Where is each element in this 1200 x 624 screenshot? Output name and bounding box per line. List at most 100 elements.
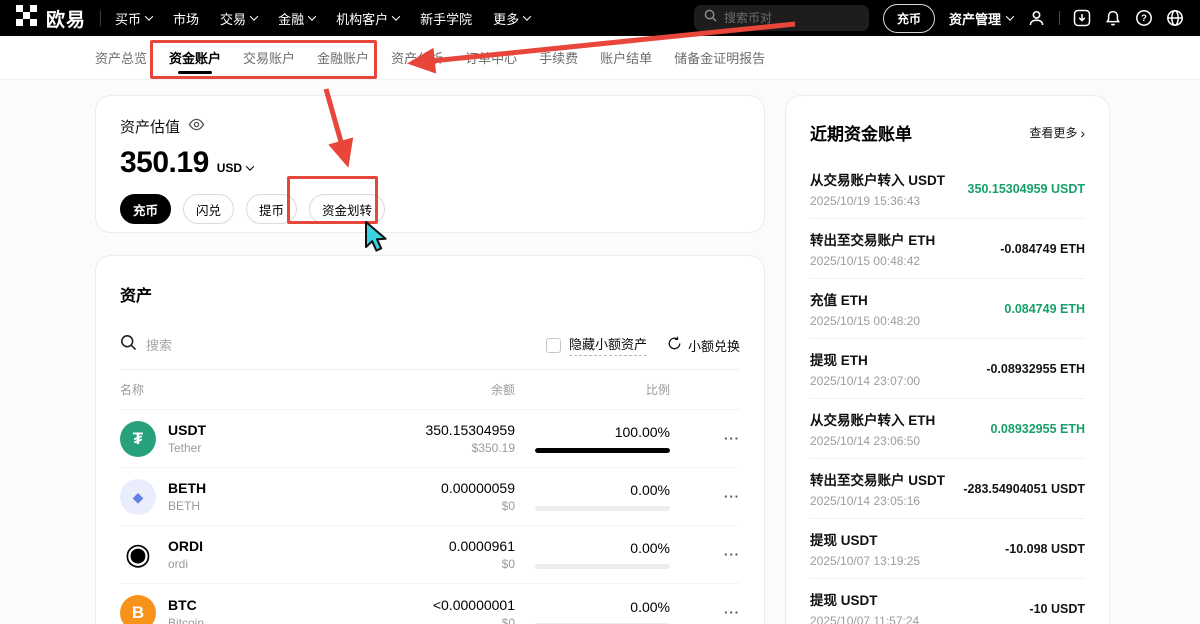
coin-ratio: 100.00% (515, 424, 670, 440)
pair-search-input[interactable] (724, 11, 859, 25)
asset-table-row[interactable]: ◆ BETH BETH 0.00000059 $0 0.00% (120, 468, 740, 526)
convert-small-assets-button[interactable]: 小额兑换 (667, 336, 740, 355)
funding-record-time: 2025/10/07 11:57:24 (810, 614, 1085, 624)
topbar-deposit-button[interactable]: 充币 (883, 4, 935, 33)
valuation-action-button[interactable]: 提币 (246, 194, 297, 224)
funding-record-row[interactable]: 充值 ETH 2025/10/15 00:48:20 0.084749 ETH (810, 279, 1085, 339)
valuation-currency-select[interactable]: USD (217, 161, 253, 175)
account-tab-label: 交易账户 (243, 48, 295, 67)
topnav-item-label: 新手学院 (420, 9, 472, 28)
coin-symbol: USDT (168, 422, 206, 438)
account-tab-label: 资产分析 (391, 48, 443, 67)
funding-record-amount: 350.15304959 USDT (962, 182, 1085, 196)
asset-table-row[interactable]: ◉ ORDI ordi 0.0000961 $0 0.00% (120, 526, 740, 584)
topnav-item[interactable]: 买币 (115, 9, 152, 28)
notifications-bell-icon[interactable] (1104, 9, 1122, 27)
asset-table-row[interactable]: B BTC Bitcoin <0.00000001 $0 0.00% (120, 584, 740, 624)
topnav-item[interactable]: 更多 (493, 9, 530, 28)
topnav-item-label: 买币 (115, 9, 141, 28)
recent-funding-list: 从交易账户转入 USDT 2025/10/19 15:36:43 350.153… (810, 159, 1085, 624)
asset-management-label: 资产管理 (949, 9, 1001, 28)
recent-funding-card: 近期资金账单 查看更多 › 从交易账户转入 USDT 2025/10/19 15… (785, 95, 1110, 624)
funding-record-row[interactable]: 转出至交易账户 ETH 2025/10/15 00:48:42 -0.08474… (810, 219, 1085, 279)
asset-valuation-card: 资产估值 350.19 USD 充币 闪兑 提币 资金划转 (95, 95, 765, 233)
account-tab-label: 账户结单 (600, 48, 652, 67)
coin-symbol: BETH (168, 480, 206, 496)
okx-logo[interactable]: 欧易 (16, 5, 86, 32)
topnav-item[interactable]: 交易 (220, 9, 257, 28)
convert-small-assets-label: 小额兑换 (688, 336, 740, 355)
row-more-menu[interactable]: ··· (724, 547, 740, 562)
chevron-down-icon (246, 162, 254, 170)
account-tab[interactable]: 订单中心 (465, 36, 517, 79)
account-tab[interactable]: 资金账户 (169, 36, 221, 79)
funding-record-row[interactable]: 提现 ETH 2025/10/14 23:07:00 -0.08932955 E… (810, 339, 1085, 399)
topnav-item-label: 交易 (220, 9, 246, 28)
topbar-divider (100, 10, 101, 26)
language-globe-icon[interactable] (1166, 9, 1184, 27)
funding-record-time: 2025/10/15 00:48:20 (810, 314, 1085, 328)
funding-record-amount: -0.084749 ETH (994, 242, 1085, 256)
svg-text:?: ? (1141, 13, 1147, 24)
asset-search-box[interactable] (120, 334, 546, 356)
recent-funding-title: 近期资金账单 (810, 120, 912, 145)
account-tab-label: 金融账户 (317, 48, 369, 67)
account-tab[interactable]: 手续费 (539, 36, 578, 79)
coin-icon: ◆ (120, 479, 156, 515)
asset-management-menu[interactable]: 资产管理 (949, 9, 1013, 28)
view-more-link[interactable]: 查看更多 › (1029, 124, 1085, 141)
funding-record-row[interactable]: 从交易账户转入 USDT 2025/10/19 15:36:43 350.153… (810, 159, 1085, 219)
topnav-item[interactable]: 新手学院 (420, 9, 472, 28)
ratio-bar (535, 564, 670, 569)
coin-fiat-value: $0 (325, 557, 515, 571)
valuation-currency-label: USD (217, 161, 242, 175)
account-tab[interactable]: 交易账户 (243, 36, 295, 79)
eye-icon[interactable] (188, 116, 205, 137)
coin-fiat-value: $0 (325, 616, 515, 624)
funding-record-amount: -10 USDT (1023, 602, 1085, 616)
coin-balance: 350.15304959 (325, 422, 515, 438)
account-tab[interactable]: 账户结单 (600, 36, 652, 79)
funding-record-row[interactable]: 提现 USDT 2025/10/07 11:57:24 -10 USDT (810, 579, 1085, 624)
coin-balance: 0.0000961 (325, 538, 515, 554)
coin-name: BETH (168, 499, 206, 513)
assets-card: 资产 隐藏小额资产 小额兑换 名称 余额 比 (95, 255, 765, 624)
topnav-item[interactable]: 市场 (173, 9, 199, 28)
row-more-menu[interactable]: ··· (724, 605, 740, 620)
funding-record-amount: 0.084749 ETH (998, 302, 1085, 316)
funding-record-row[interactable]: 提现 USDT 2025/10/07 13:19:25 -10.098 USDT (810, 519, 1085, 579)
funding-record-time: 2025/10/14 23:07:00 (810, 374, 1085, 388)
funding-record-amount: -0.08932955 ETH (980, 362, 1085, 376)
coin-ratio: 0.00% (515, 599, 670, 615)
asset-table-row[interactable]: ₮ USDT Tether 350.15304959 $350.19 100.0… (120, 410, 740, 468)
row-more-menu[interactable]: ··· (724, 431, 740, 446)
account-tab[interactable]: 储备金证明报告 (674, 36, 765, 79)
download-app-icon[interactable] (1073, 9, 1091, 27)
coin-icon: ₮ (120, 421, 156, 457)
topnav-item[interactable]: 机构客户 (336, 9, 399, 28)
account-tab[interactable]: 资产总览 (95, 36, 147, 79)
coin-ratio: 0.00% (515, 482, 670, 498)
account-tab[interactable]: 金融账户 (317, 36, 369, 79)
coin-ratio: 0.00% (515, 540, 670, 556)
pair-search-box[interactable] (694, 5, 869, 31)
account-tab[interactable]: 资产分析 (391, 36, 443, 79)
help-icon[interactable]: ? (1135, 9, 1153, 27)
topnav-item[interactable]: 金融 (278, 9, 315, 28)
funding-record-time: 2025/10/07 13:19:25 (810, 554, 1085, 568)
row-more-menu[interactable]: ··· (724, 489, 740, 504)
profile-icon[interactable] (1027, 9, 1046, 28)
valuation-action-button[interactable]: 闪兑 (183, 194, 234, 224)
hide-small-assets-toggle[interactable]: 隐藏小额资产 (546, 334, 647, 356)
valuation-action-button[interactable]: 资金划转 (309, 194, 385, 224)
funding-record-time: 2025/10/14 23:05:16 (810, 494, 1085, 508)
column-ratio: 比例 (515, 381, 670, 398)
asset-search-input[interactable] (146, 338, 346, 353)
funding-record-row[interactable]: 转出至交易账户 USDT 2025/10/14 23:05:16 -283.54… (810, 459, 1085, 519)
chevron-down-icon (250, 12, 258, 20)
valuation-action-button[interactable]: 充币 (120, 194, 171, 224)
search-icon (120, 334, 137, 356)
funding-record-row[interactable]: 从交易账户转入 ETH 2025/10/14 23:06:50 0.089329… (810, 399, 1085, 459)
funding-record-time: 2025/10/19 15:36:43 (810, 194, 1085, 208)
hide-small-assets-checkbox[interactable] (546, 338, 561, 353)
